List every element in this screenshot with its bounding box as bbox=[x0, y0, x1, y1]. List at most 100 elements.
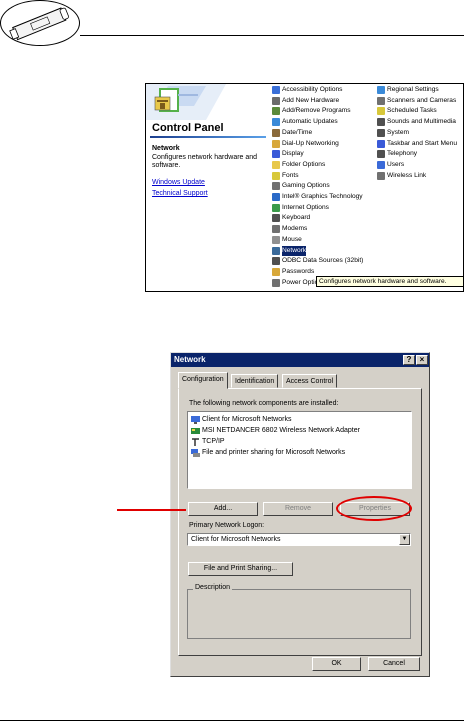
control-panel-item-display[interactable]: Display bbox=[272, 149, 304, 159]
keyboard-icon bbox=[272, 214, 280, 223]
close-button[interactable]: × bbox=[416, 355, 428, 365]
tab-access-control[interactable]: Access Control bbox=[282, 374, 338, 388]
control-panel-item-modems[interactable]: Modems bbox=[272, 224, 307, 234]
control-panel-item-label: Network bbox=[282, 245, 307, 256]
adapter-icon bbox=[191, 427, 200, 434]
control-panel-item-label: Add/Remove Programs bbox=[282, 107, 351, 115]
control-panel-item-label: ODBC Data Sources (32bit) bbox=[282, 257, 364, 265]
control-panel-item-accessibility-options[interactable]: Accessibility Options bbox=[272, 85, 342, 95]
control-panel-item-system[interactable]: System bbox=[377, 128, 409, 138]
control-panel-item-label: Wireless Link bbox=[387, 171, 427, 179]
dialog-title: Network bbox=[174, 355, 206, 364]
control-panel-item-label: Dial-Up Networking bbox=[282, 139, 339, 147]
header-rule bbox=[80, 35, 464, 36]
usb-adapter-icon bbox=[9, 7, 69, 41]
display-icon bbox=[272, 150, 280, 159]
dropdown-arrow-icon[interactable]: ▼ bbox=[399, 534, 410, 545]
control-panel-item-taskbar-and-start-menu[interactable]: Taskbar and Start Menu bbox=[377, 139, 457, 149]
list-item[interactable]: MSI NETDANCER 6802 Wireless Network Adap… bbox=[191, 425, 360, 436]
control-panel-item-wireless-link[interactable]: Wireless Link bbox=[377, 171, 426, 181]
selected-item-name: Network bbox=[152, 145, 180, 152]
telephony-icon bbox=[377, 150, 385, 159]
control-panel-item-gaming-options[interactable]: Gaming Options bbox=[272, 181, 330, 191]
control-panel-item-intel-graphics-technology[interactable]: Intel® Graphics Technology bbox=[272, 192, 363, 202]
ok-button[interactable]: OK bbox=[312, 657, 361, 671]
list-item[interactable]: Client for Microsoft Networks bbox=[191, 414, 291, 425]
folder-options-icon bbox=[272, 160, 280, 169]
control-panel-item-label: Add New Hardware bbox=[282, 96, 340, 104]
control-panel-item-automatic-updates[interactable]: Automatic Updates bbox=[272, 117, 338, 127]
list-item[interactable]: TCP/IP bbox=[191, 436, 225, 447]
control-panel-item-label: Fonts bbox=[282, 171, 299, 179]
cancel-button[interactable]: Cancel bbox=[368, 657, 420, 671]
control-panel-item-folder-options[interactable]: Folder Options bbox=[272, 160, 325, 170]
list-item[interactable]: File and printer sharing for Microsoft N… bbox=[191, 447, 345, 458]
control-panel-item-label: Folder Options bbox=[282, 160, 326, 168]
header-logo-ellipse bbox=[0, 0, 80, 46]
tab-identification[interactable]: Identification bbox=[231, 374, 279, 388]
tab-configuration[interactable]: Configuration bbox=[178, 372, 228, 389]
control-panel-item-label: Telephony bbox=[387, 150, 418, 158]
control-panel-item-label: Keyboard bbox=[282, 214, 311, 222]
control-panel-info-pane: Control Panel Network Configures network… bbox=[146, 84, 272, 291]
components-list[interactable]: Client for Microsoft Networks MSI NETDAN… bbox=[187, 411, 412, 489]
network-icon bbox=[272, 246, 280, 255]
dialog-titlebar: Network bbox=[171, 353, 429, 367]
control-panel-item-regional-settings[interactable]: Regional Settings bbox=[377, 85, 439, 95]
internet-options-icon bbox=[272, 203, 280, 212]
regional-settings-icon bbox=[377, 86, 385, 94]
protocol-icon bbox=[192, 437, 199, 446]
description-label: Description bbox=[193, 584, 233, 591]
power-options-icon bbox=[272, 278, 280, 287]
control-panel-item-users[interactable]: Users bbox=[377, 160, 404, 170]
control-panel-item-passwords[interactable]: Passwords bbox=[272, 267, 314, 277]
windows-update-link[interactable]: Windows Update bbox=[152, 179, 205, 186]
control-panel-item-add-remove-programs[interactable]: Add/Remove Programs bbox=[272, 106, 351, 116]
control-panel-item-telephony[interactable]: Telephony bbox=[377, 149, 417, 159]
control-panel-item-scheduled-tasks[interactable]: Scheduled Tasks bbox=[377, 106, 437, 116]
control-panel-item-add-new-hardware[interactable]: Add New Hardware bbox=[272, 96, 339, 106]
control-panel-item-label: Automatic Updates bbox=[282, 118, 338, 126]
control-panel-item-sounds-and-multimedia[interactable]: Sounds and Multimedia bbox=[377, 117, 456, 127]
control-panel-title-rule bbox=[150, 136, 266, 138]
control-panel-window: Control Panel Network Configures network… bbox=[145, 83, 464, 292]
control-panel-item-internet-options[interactable]: Internet Options bbox=[272, 203, 329, 213]
annotation-pointer-line bbox=[117, 509, 186, 511]
control-panel-item-label: Intel® Graphics Technology bbox=[282, 193, 363, 200]
control-panel-item-keyboard[interactable]: Keyboard bbox=[272, 213, 310, 223]
control-panel-item-date-time[interactable]: Date/Time bbox=[272, 128, 312, 138]
primary-logon-label: Primary Network Logon: bbox=[189, 522, 265, 529]
fonts-icon bbox=[272, 171, 280, 180]
control-panel-banner-icon bbox=[146, 84, 271, 120]
control-panel-item-network[interactable]: Network bbox=[272, 245, 307, 256]
remove-button[interactable]: Remove bbox=[263, 502, 333, 516]
control-panel-item-dial-up-networking[interactable]: Dial-Up Networking bbox=[272, 139, 339, 149]
system-icon bbox=[377, 128, 385, 137]
automatic-updates-icon bbox=[272, 118, 280, 127]
scanners-and-cameras-icon bbox=[377, 96, 385, 105]
modems-icon bbox=[272, 225, 280, 234]
control-panel-title: Control Panel bbox=[152, 122, 224, 134]
control-panel-item-label: System bbox=[387, 128, 409, 136]
sounds-and-multimedia-icon bbox=[377, 118, 385, 127]
control-panel-item-scanners-and-cameras[interactable]: Scanners and Cameras bbox=[377, 96, 456, 106]
list-item-label: File and printer sharing for Microsoft N… bbox=[202, 449, 346, 456]
mouse-icon bbox=[272, 235, 280, 244]
add-button[interactable]: Add... bbox=[188, 502, 258, 516]
control-panel-item-mouse[interactable]: Mouse bbox=[272, 235, 302, 245]
taskbar-and-start-menu-icon bbox=[377, 139, 385, 148]
control-panel-item-odbc-data-sources-32bit[interactable]: ODBC Data Sources (32bit) bbox=[272, 256, 363, 266]
components-label: The following network components are ins… bbox=[189, 400, 339, 407]
gaming-options-icon bbox=[272, 182, 280, 191]
control-panel-item-fonts[interactable]: Fonts bbox=[272, 171, 299, 181]
passwords-icon bbox=[272, 267, 280, 276]
intel-graphics-technology-icon bbox=[272, 193, 280, 201]
help-button[interactable]: ? bbox=[403, 355, 415, 365]
users-icon bbox=[377, 160, 385, 169]
footer-rule bbox=[0, 720, 464, 721]
selected-item-description: Configures network hardware and software… bbox=[152, 154, 258, 169]
technical-support-link[interactable]: Technical Support bbox=[152, 190, 208, 197]
primary-logon-select[interactable]: Client for Microsoft Networks ▼ bbox=[187, 533, 411, 546]
control-panel-item-label: Passwords bbox=[282, 267, 315, 275]
file-print-sharing-button[interactable]: File and Print Sharing... bbox=[188, 562, 293, 576]
